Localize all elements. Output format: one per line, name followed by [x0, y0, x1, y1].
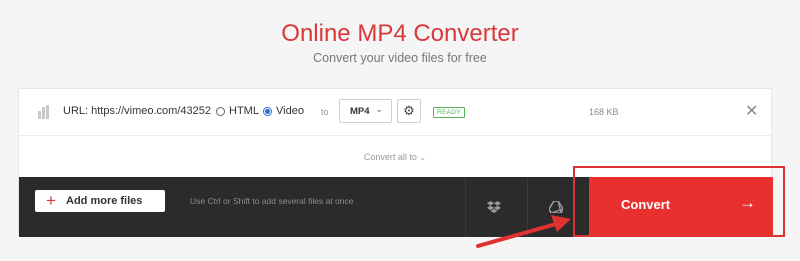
convert-all-label: Convert all to	[363, 152, 417, 162]
to-label: to	[321, 107, 329, 117]
radio-video-circle[interactable]	[263, 106, 272, 116]
format-select[interactable]: MP4 ⌄	[339, 99, 392, 123]
radio-html-label: HTML	[229, 105, 259, 117]
file-size: 168 KB	[589, 107, 619, 117]
radio-video-label: Video	[276, 105, 304, 117]
chevron-down-icon: ⌄	[375, 104, 383, 114]
radio-video[interactable]: Video	[263, 105, 304, 117]
page-subtitle: Convert your video files for free	[313, 51, 487, 65]
settings-button[interactable]: ⚙	[397, 99, 421, 123]
add-more-files-label: Add more files	[66, 195, 143, 207]
dropbox-button[interactable]	[466, 177, 522, 237]
plus-icon: +	[46, 191, 56, 210]
status-badge: READY	[433, 107, 465, 118]
dropbox-icon	[487, 198, 501, 214]
gear-icon: ⚙	[403, 103, 415, 118]
page-title: Online MP4 Converter	[281, 20, 519, 47]
chevron-down-icon: ⌄	[419, 153, 427, 162]
google-drive-icon	[548, 198, 564, 215]
radio-html-circle[interactable]	[216, 106, 225, 116]
file-row: URL: https://vimeo.com/43252 HTML Video …	[19, 89, 771, 136]
file-icon	[38, 105, 50, 119]
file-url: URL: https://vimeo.com/43252	[63, 105, 211, 117]
radio-html[interactable]: HTML	[216, 105, 259, 117]
format-select-value: MP4	[350, 106, 370, 117]
add-more-files-button[interactable]: + Add more files	[35, 190, 165, 212]
highlight-box	[573, 166, 785, 237]
close-icon[interactable]: ✕	[745, 101, 758, 121]
hint-text: Use Ctrl or Shift to add several files a…	[190, 196, 354, 206]
